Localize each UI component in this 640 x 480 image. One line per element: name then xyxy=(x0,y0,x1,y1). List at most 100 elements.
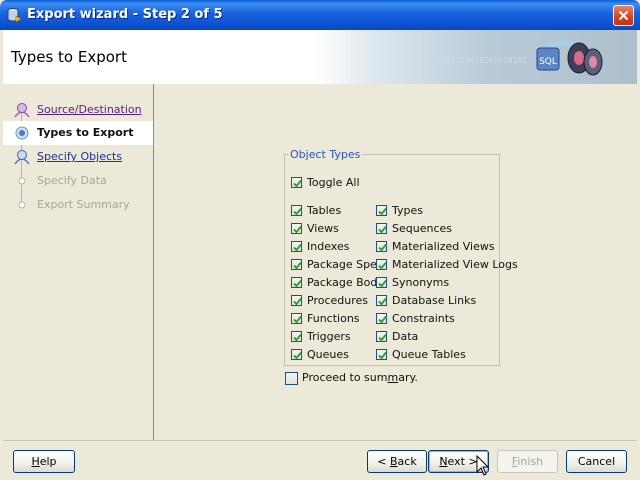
checkbox-box[interactable] xyxy=(376,223,387,234)
checkbox-box[interactable] xyxy=(291,331,302,342)
checkmark-icon xyxy=(378,261,387,270)
checkbox-label: Toggle All xyxy=(307,176,360,189)
checkbox-box[interactable] xyxy=(291,205,302,216)
step-next-icon xyxy=(14,150,30,165)
step-label[interactable]: Source/Destination xyxy=(37,103,142,116)
checkmark-icon xyxy=(293,179,302,188)
checkmark-icon xyxy=(378,243,387,252)
close-x-icon xyxy=(618,10,629,21)
checkmark-icon xyxy=(293,279,302,288)
checkbox-box[interactable] xyxy=(376,331,387,342)
checkbox-label: Views xyxy=(307,222,339,235)
checkbox-box[interactable] xyxy=(291,349,302,360)
label-part: ary. xyxy=(398,371,418,384)
step-label: Export Summary xyxy=(37,198,130,211)
checkbox-label: Package Body xyxy=(307,276,384,289)
checkmark-icon xyxy=(378,279,387,288)
checkbox-label: Queues xyxy=(307,348,349,361)
button-prefix: < xyxy=(377,455,390,468)
checkbox-box[interactable] xyxy=(376,205,387,216)
checkbox-label: Indexes xyxy=(307,240,350,253)
checkbox-box[interactable] xyxy=(285,372,298,385)
checkbox-label: Database Links xyxy=(392,294,477,307)
checkbox-box[interactable] xyxy=(376,313,387,324)
checkbox-label: Constraints xyxy=(392,312,455,325)
step-specify-data: Specify Data xyxy=(3,169,153,193)
banner-binary-text: 0101010101010101010101 xyxy=(421,56,527,65)
checkmark-icon xyxy=(378,333,387,342)
finish-button: Finish xyxy=(497,450,558,473)
button-mnemonic: H xyxy=(31,455,40,468)
checkbox-box[interactable] xyxy=(376,241,387,252)
checkbox-label: Sequences xyxy=(392,222,452,235)
label-mnemonic: m xyxy=(387,371,399,384)
checkbox-label: Materialized Views xyxy=(392,240,495,253)
back-button[interactable]: < Back xyxy=(367,450,427,473)
page-title: Types to Export xyxy=(11,48,127,66)
checkbox-box[interactable] xyxy=(291,259,302,270)
step-export-summary: Export Summary xyxy=(3,193,153,217)
checkmark-icon xyxy=(378,315,387,324)
button-label: Cancel xyxy=(577,455,616,468)
checkbox-box[interactable] xyxy=(376,277,387,288)
step-label[interactable]: Specify Objects xyxy=(37,150,122,163)
checkbox-box[interactable] xyxy=(376,295,387,306)
database-icon xyxy=(7,8,22,23)
banner-graphic: 0101010101010101010101 SQL xyxy=(315,30,637,84)
window-title: Export wizard - Step 2 of 5 xyxy=(27,7,223,22)
button-mnemonic: B xyxy=(390,455,398,468)
checkmark-icon xyxy=(293,243,302,252)
title-bar[interactable]: Export wizard - Step 2 of 5 xyxy=(0,0,640,30)
wizard-content: Object Types Toggle All Tables Views Ind… xyxy=(154,84,637,440)
wizard-header: Types to Export 0101010101010101010101 S… xyxy=(3,30,637,85)
checkmark-icon xyxy=(378,225,387,234)
export-wizard-window: Export wizard - Step 2 of 5 Types to Exp… xyxy=(0,0,640,480)
step-source-destination[interactable]: Source/Destination xyxy=(3,98,153,122)
checkbox-box[interactable] xyxy=(376,349,387,360)
banner-sql-text: SQL xyxy=(539,57,557,67)
checkbox-box[interactable] xyxy=(291,313,302,324)
checkbox-box[interactable] xyxy=(291,295,302,306)
checkmark-icon xyxy=(293,315,302,324)
step-disabled-icon xyxy=(18,201,26,209)
step-specify-objects[interactable]: Specify Objects xyxy=(3,145,153,169)
checkbox-box[interactable] xyxy=(291,223,302,234)
checkbox-box[interactable] xyxy=(291,177,302,188)
checkmark-icon xyxy=(293,351,302,360)
checkmark-icon xyxy=(378,297,387,306)
checkbox-label: Types xyxy=(392,204,423,217)
step-current-icon xyxy=(15,126,29,140)
checkbox-label: Tables xyxy=(307,204,342,217)
checkmark-icon xyxy=(378,207,387,216)
checkbox-box[interactable] xyxy=(376,259,387,270)
help-button[interactable]: Help xyxy=(13,450,75,473)
checkbox-label: Proceed to summary. xyxy=(302,371,418,384)
checkmark-icon xyxy=(293,333,302,342)
button-label: ack xyxy=(397,455,417,468)
step-types-to-export[interactable]: Types to Export xyxy=(3,121,153,145)
checkmark-icon xyxy=(293,225,302,234)
database-export-icon: SQL xyxy=(536,39,603,76)
close-button[interactable] xyxy=(613,5,634,26)
checkbox-label: Materialized View Logs xyxy=(392,258,518,271)
checkmark-icon xyxy=(293,207,302,216)
checkbox-box[interactable] xyxy=(291,241,302,252)
checkbox-label: Triggers xyxy=(307,330,351,343)
wizard-steps-panel: Source/Destination Types to Export Speci… xyxy=(3,84,154,440)
checkbox-label: Package Spec xyxy=(307,258,383,271)
checkbox-label: Procedures xyxy=(307,294,368,307)
checkmark-icon xyxy=(293,297,302,306)
button-label: inish xyxy=(517,455,544,468)
step-label: Specify Data xyxy=(37,174,107,187)
checkbox-box[interactable] xyxy=(291,277,302,288)
checkmark-icon xyxy=(293,261,302,270)
step-label: Types to Export xyxy=(37,126,134,139)
bottom-separator xyxy=(3,440,637,441)
step-disabled-icon xyxy=(18,177,26,185)
checkmark-icon xyxy=(378,351,387,360)
button-mnemonic: N xyxy=(439,455,448,468)
label-part: Proceed to sum xyxy=(302,371,388,384)
button-label: ext > xyxy=(447,455,478,468)
button-label: elp xyxy=(39,455,57,468)
cancel-button[interactable]: Cancel xyxy=(566,450,627,473)
